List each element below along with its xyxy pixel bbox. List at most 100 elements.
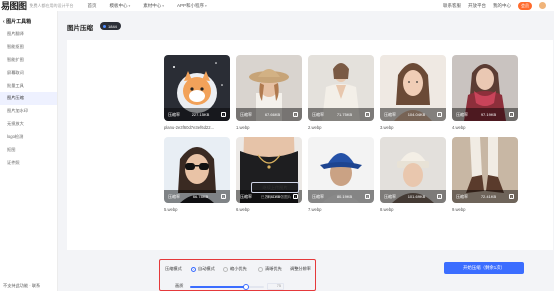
page-title: 图片压缩 — [67, 25, 93, 32]
quality-label: 画质 — [175, 283, 184, 288]
tool-sidebar: ‹ 图片工具箱 图片翻译 智能抠图 智能扩图 屏幕取词 批量工具 图片压缩 图片… — [0, 11, 58, 291]
image-card[interactable]: 压缩率 67.66KB ↓ — [236, 55, 302, 121]
image-card[interactable]: 压缩率 80.19KB ↓ — [308, 137, 374, 203]
image-card[interactable]: 压缩率 71.75KB ↓ — [308, 55, 374, 121]
download-icon[interactable]: ↓ — [292, 112, 298, 117]
top-navigation-bar: 易图图 免费人都在用的设计平台 首页 模板中心 素材中心 APP和小程序 联系客… — [0, 0, 554, 12]
compression-ratio-label: 压缩率 — [384, 193, 396, 199]
compression-ratio-label: 压缩率 — [168, 193, 180, 199]
vip-badge[interactable]: 会员 — [518, 1, 532, 10]
compressed-size: 67.66KB — [264, 112, 281, 117]
upload-hint: 已上传10/50张图片 — [260, 195, 292, 199]
contact-link[interactable]: 联系客服 — [443, 3, 461, 9]
sidebar-item-id-photo[interactable]: 证件照 — [0, 157, 57, 170]
usage-count-badge: 1844 — [100, 22, 121, 30]
nav-home[interactable]: 首页 — [88, 3, 97, 9]
image-filename: 2.webp — [308, 125, 322, 130]
download-icon[interactable]: ↓ — [508, 194, 514, 199]
compressed-size: 104.04KB — [407, 112, 426, 117]
download-icon[interactable]: ↓ — [364, 194, 370, 199]
quality-slider-fill — [190, 286, 246, 288]
compression-ratio-label: 压缩率 — [384, 111, 396, 117]
image-card[interactable]: 压缩率 101.69KB ↓ — [380, 137, 446, 203]
compression-info: 压缩率 227.15KB ↓ — [164, 108, 230, 121]
compression-info: 压缩率 72.41KB ↓ — [452, 190, 518, 203]
download-icon[interactable]: ↓ — [508, 112, 514, 117]
nav-apps[interactable]: APP和小程序 — [177, 3, 207, 9]
image-card[interactable]: 压缩率 227.15KB ↓ — [164, 55, 230, 121]
radio-dot-icon — [258, 266, 263, 272]
compressed-size: 227.15KB — [191, 112, 210, 117]
nav-materials[interactable]: 素材中心 — [143, 3, 164, 9]
compression-info: 压缩率 101.69KB ↓ — [380, 190, 446, 203]
sidebar-item-compress[interactable]: 图片压缩 — [0, 92, 57, 106]
compression-mode-label: 压缩模式 — [165, 266, 182, 271]
compression-ratio-label: 压缩率 — [456, 111, 468, 117]
sidebar-item-upscale[interactable]: 无损放大 — [0, 118, 57, 131]
compression-info: 压缩率 104.04KB ↓ — [380, 108, 446, 121]
compressed-size: 66.78KB — [192, 194, 209, 199]
site-slogan: 免费人都在用的设计平台 — [29, 2, 74, 8]
compression-ratio-label: 压缩率 — [240, 111, 252, 117]
quality-value-input[interactable]: 75 — [267, 283, 284, 290]
compressed-size: 80.19KB — [336, 194, 353, 199]
image-filename: 9.webp — [452, 207, 466, 212]
mode-size-first-radio[interactable]: 缩小优先 — [223, 266, 247, 272]
image-filename: planu-2e3f60d7e3ef6d22... — [164, 125, 215, 130]
continue-upload-button[interactable]: 继续上传图片 — [251, 182, 299, 193]
download-icon[interactable]: ↓ — [220, 112, 226, 117]
enterprise-link[interactable]: 开放平台 — [468, 3, 486, 9]
sidebar-item-translate[interactable]: 图片翻译 — [0, 28, 57, 41]
mode-resolution-radio[interactable]: 调整分辨率 — [290, 266, 311, 272]
sidebar-item-matting[interactable]: 抠图 — [0, 144, 57, 157]
sidebar-item-watermark[interactable]: 图片加水印 — [0, 105, 57, 118]
compression-info: 压缩率 97.19KB ↓ — [452, 108, 518, 121]
avatar[interactable] — [539, 2, 546, 9]
usage-count: 1844 — [108, 23, 117, 29]
download-icon[interactable]: ↓ — [436, 112, 442, 117]
sidebar-item-ocr[interactable]: 屏幕取词 — [0, 67, 57, 80]
sidebar-footer[interactable]: 不支持此功能 · 联系 — [3, 283, 40, 289]
top-right-area: 联系客服 开放平台 我的中心 会员 — [443, 0, 546, 11]
compression-info: 压缩率 80.19KB ↓ — [308, 190, 374, 203]
image-card[interactable]: 压缩率 75.41KB ↓ — [236, 137, 302, 203]
image-filename: 6.webp — [236, 207, 250, 212]
image-filename: 5.webp — [164, 207, 178, 212]
image-card[interactable]: 压缩率 97.19KB ↓ — [452, 55, 518, 121]
quality-slider[interactable] — [190, 284, 264, 290]
download-icon[interactable]: ↓ — [436, 194, 442, 199]
image-filename: 8.webp — [380, 207, 394, 212]
image-card[interactable]: 压缩率 66.78KB ↓ — [164, 137, 230, 203]
image-filename: 7.webp — [308, 207, 322, 212]
compression-info: 压缩率 66.78KB ↓ — [164, 190, 230, 203]
compression-ratio-label: 压缩率 — [312, 111, 324, 117]
sidebar-heading[interactable]: ‹ 图片工具箱 — [0, 11, 57, 28]
compression-ratio-label: 压缩率 — [456, 193, 468, 199]
radio-dot-icon — [191, 266, 196, 272]
nav-templates[interactable]: 模板中心 — [110, 3, 131, 9]
compression-ratio-label: 压缩率 — [168, 111, 180, 117]
image-filename: 3.webp — [380, 125, 394, 130]
image-filename: 4.webp — [452, 125, 466, 130]
account-link[interactable]: 我的中心 — [493, 3, 511, 9]
compressed-size: 97.19KB — [480, 112, 497, 117]
sidebar-item-logo-check[interactable]: logo检测 — [0, 131, 57, 144]
start-compress-button[interactable]: 开始压缩（剩余1次） — [444, 262, 524, 274]
compression-ratio-label: 压缩率 — [312, 193, 324, 199]
radio-dot-icon — [223, 266, 228, 272]
sidebar-item-expand[interactable]: 智能扩图 — [0, 54, 57, 67]
download-icon[interactable]: ↓ — [364, 112, 370, 117]
mode-clarity-first-radio[interactable]: 清晰优先 — [258, 266, 282, 272]
mode-auto-radio[interactable]: 自动模式 — [191, 266, 215, 272]
compressed-size: 101.69KB — [407, 194, 426, 199]
image-card[interactable]: 压缩率 104.04KB ↓ — [380, 55, 446, 121]
sidebar-item-cutout[interactable]: 智能抠图 — [0, 41, 57, 54]
sidebar-item-batch[interactable]: 批量工具 — [0, 80, 57, 93]
compressed-size: 72.41KB — [480, 194, 497, 199]
image-card[interactable]: 压缩率 72.41KB ↓ — [452, 137, 518, 203]
quality-slider-handle[interactable] — [242, 284, 249, 290]
compression-info: 压缩率 71.75KB ↓ — [308, 108, 374, 121]
compression-info: 压缩率 67.66KB ↓ — [236, 108, 302, 121]
count-dot-icon — [103, 24, 106, 28]
download-icon[interactable]: ↓ — [220, 194, 226, 199]
